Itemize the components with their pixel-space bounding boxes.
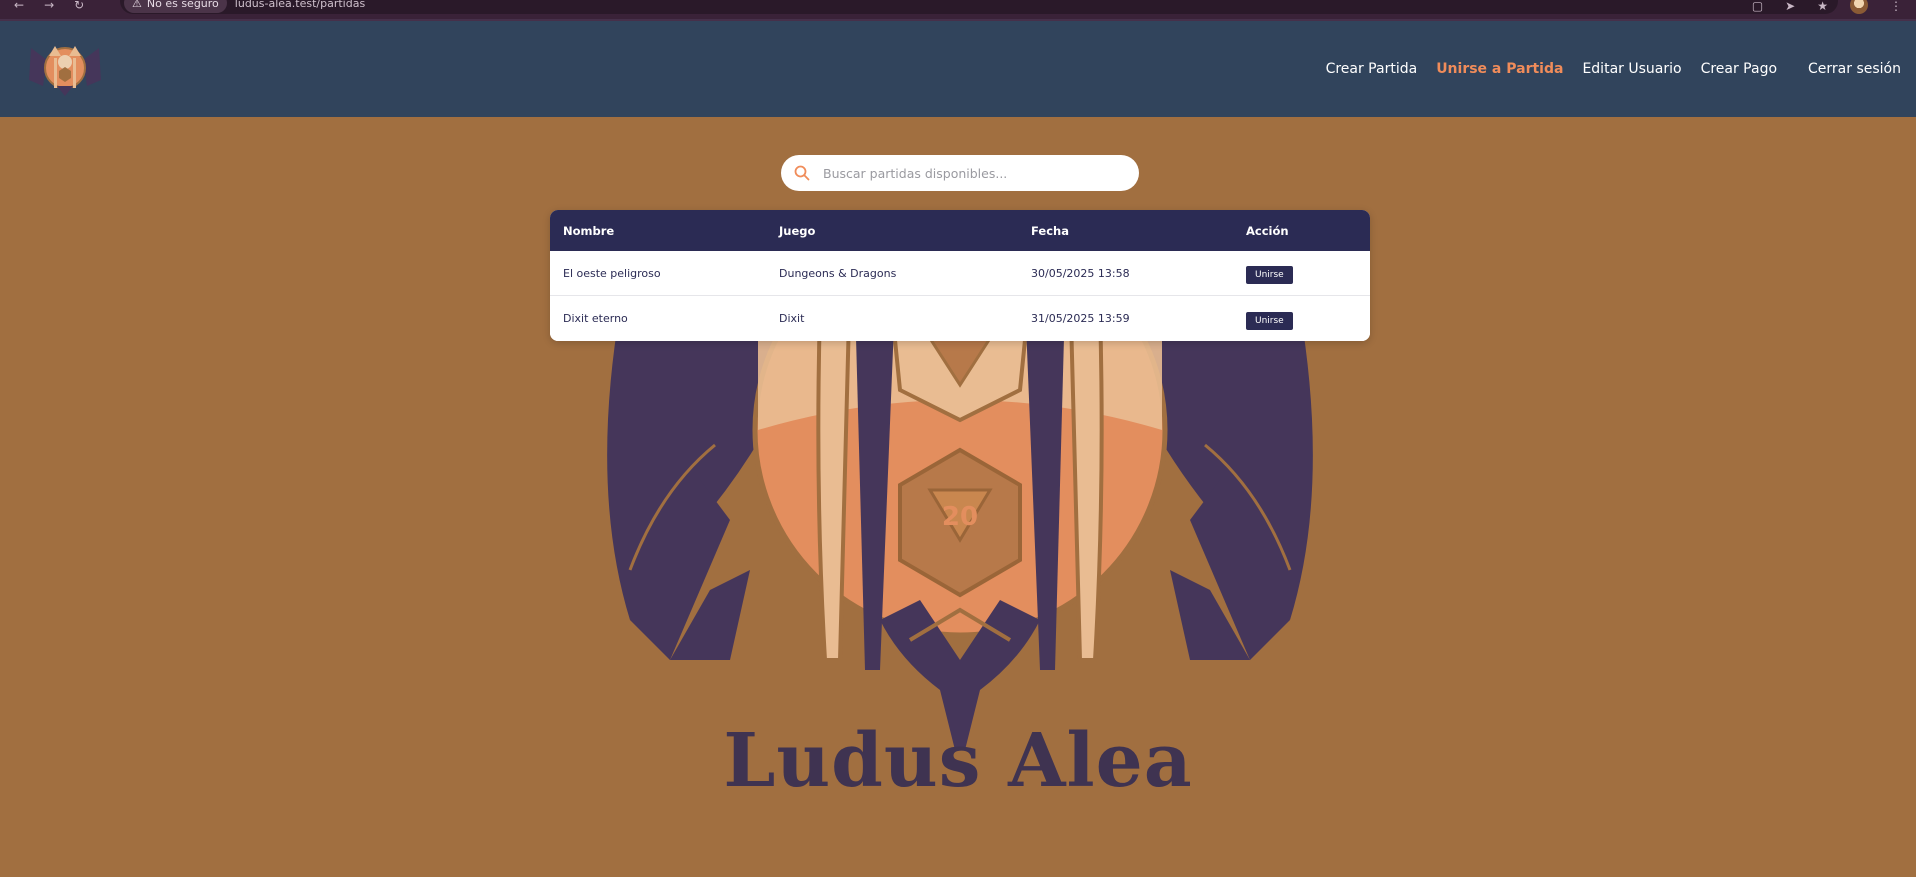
column-header-juego: Juego — [779, 223, 816, 238]
search-bar[interactable] — [781, 155, 1139, 191]
nav-crear-pago[interactable]: Crear Pago — [1701, 61, 1777, 77]
security-indicator[interactable]: ⚠ No es seguro — [124, 0, 227, 13]
browser-actions: ▢ ➤ ★ ⋮ — [1752, 0, 1916, 19]
profile-avatar[interactable] — [1850, 0, 1868, 14]
cell-nombre: El oeste peligroso — [563, 266, 661, 280]
join-button[interactable]: Unirse — [1246, 266, 1293, 284]
cell-nombre: Dixit eterno — [563, 312, 628, 325]
available-games-table: Nombre Juego Fecha Acción El oeste pelig… — [550, 210, 1370, 341]
forward-icon[interactable]: → — [44, 0, 54, 11]
table-row: El oeste peligroso Dungeons & Dragons 30… — [550, 251, 1370, 296]
join-button[interactable]: Unirse — [1246, 311, 1293, 330]
brand-logo[interactable] — [27, 40, 103, 100]
url-text[interactable]: ludus-alea.test/partidas — [235, 0, 365, 10]
cell-juego: Dungeons & Dragons — [779, 266, 897, 280]
security-label: No es seguro — [146, 0, 219, 10]
site-header: Crear Partida Unirse a Partida Editar Us… — [0, 19, 1916, 117]
main-nav: Crear Partida Unirse a Partida Editar Us… — [1307, 61, 1901, 77]
nav-editar-usuario[interactable]: Editar Usuario — [1582, 61, 1681, 77]
back-icon[interactable]: ← — [14, 0, 24, 11]
nav-cerrar-sesion[interactable]: Cerrar sesión — [1808, 61, 1901, 77]
column-header-accion: Acción — [1246, 223, 1289, 238]
cell-accion: Unirse — [1233, 308, 1370, 330]
bookmark-star-icon[interactable]: ★ — [1817, 0, 1828, 12]
d20-number: 20 — [942, 502, 978, 532]
column-header-fecha: Fecha — [1031, 223, 1069, 238]
browser-nav-buttons: ← → ↻ — [0, 0, 84, 19]
table-row: Dixit eterno Dixit 31/05/2025 13:59 Unir… — [550, 296, 1370, 341]
warning-icon: ⚠ — [132, 0, 142, 10]
search-input[interactable] — [821, 164, 1121, 182]
cell-fecha: 31/05/2025 13:59 — [1031, 312, 1130, 325]
nav-crear-partida[interactable]: Crear Partida — [1326, 61, 1418, 77]
table-header: Nombre Juego Fecha Acción — [550, 210, 1370, 251]
brand-wordmark: Ludus Alea — [723, 718, 1193, 804]
cell-juego: Dixit — [779, 312, 805, 325]
search-icon — [794, 165, 810, 181]
column-header-nombre: Nombre — [563, 223, 615, 238]
cell-accion: Unirse — [1233, 262, 1370, 284]
share-icon[interactable]: ➤ — [1785, 0, 1795, 12]
cell-fecha: 30/05/2025 13:58 — [1031, 266, 1130, 280]
address-bar[interactable]: ⚠ No es seguro ludus-alea.test/partidas — [120, 0, 1838, 14]
nav-unirse-partida[interactable]: Unirse a Partida — [1436, 61, 1563, 77]
browser-toolbar: ← → ↻ ⚠ No es seguro ludus-alea.test/par… — [0, 0, 1916, 19]
translate-icon[interactable]: ▢ — [1752, 0, 1763, 12]
menu-dots-icon[interactable]: ⋮ — [1890, 0, 1902, 12]
reload-icon[interactable]: ↻ — [74, 0, 84, 11]
